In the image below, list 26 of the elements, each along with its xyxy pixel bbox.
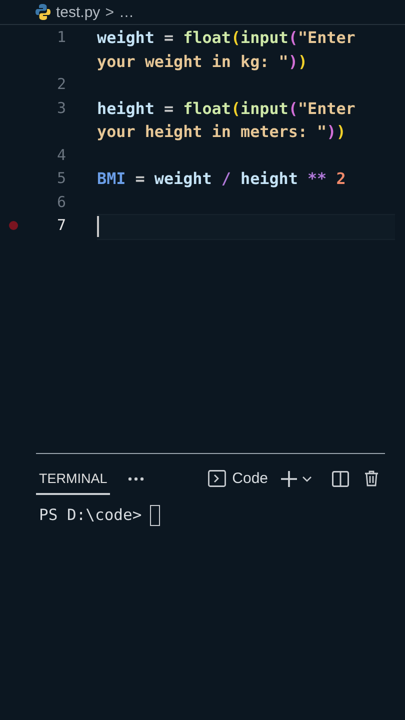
split-icon[interactable] [332,470,349,486]
trash-icon[interactable] [364,470,379,487]
terminal-cursor [150,504,160,526]
line-number: 3 [56,98,66,118]
code-line: BMI = weight / height ** 2 [97,168,347,190]
panel-tab[interactable]: TERMINAL [36,462,110,495]
breakpoint-dot[interactable] [8,221,18,230]
line-number: 4 [56,144,66,166]
line-number: 1 [56,27,66,48]
plus-icon[interactable] [280,470,298,488]
line-number: 2 [56,74,66,95]
python-file-icon [35,3,51,21]
more-icon[interactable] [128,476,144,480]
line-number: 7 [56,215,66,236]
terminal-profile-button[interactable]: Code [208,470,268,487]
line-number: 6 [56,192,66,212]
breadcrumb-ellipsis[interactable]: … [118,4,134,20]
code-line: height = float(input("Enter your height in meters: ")) [97,98,356,143]
breadcrumb-separator: > [105,4,114,20]
terminal-icon [208,470,226,487]
chevron-down-icon[interactable] [302,476,312,482]
text-cursor [97,216,99,238]
code-line: weight = float(input("Enter your weight in kg: ")) [97,27,356,72]
line-number: 5 [56,168,66,189]
terminal-prompt: PS D:\code> [39,506,142,524]
file-breadcrumb[interactable]: test.py [56,4,100,20]
